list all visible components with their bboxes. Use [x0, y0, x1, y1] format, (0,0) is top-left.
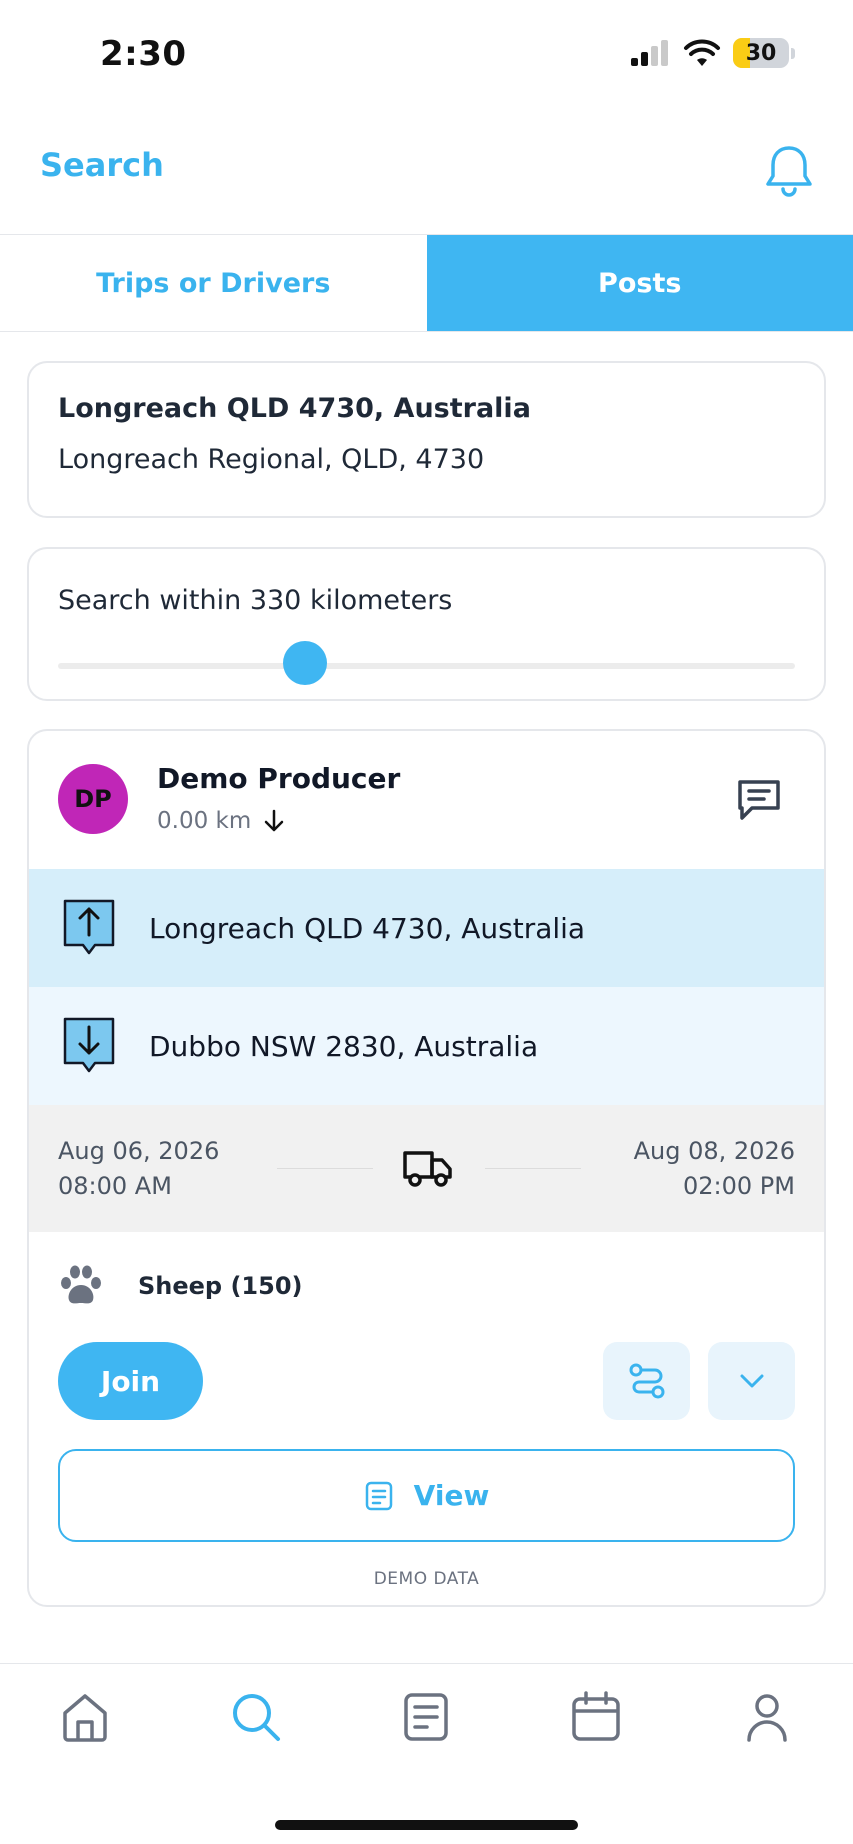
schedule-divider-left — [277, 1168, 373, 1169]
livestock-row: Sheep (150) — [58, 1263, 303, 1309]
route-icon — [629, 1363, 664, 1399]
battery-level-text: 30 — [745, 40, 777, 66]
chat-icon[interactable] — [734, 776, 784, 824]
start-date: Aug 06, 2026 — [58, 1137, 220, 1165]
search-icon[interactable] — [228, 1689, 284, 1745]
app-header: Search — [0, 110, 853, 235]
arrow-down-icon — [265, 809, 284, 832]
start-datetime: Aug 06, 2026 08:00 AM — [58, 1134, 219, 1204]
tab-trips-or-drivers[interactable]: Trips or Drivers — [0, 235, 427, 331]
search-tabs: Trips or Drivers Posts — [0, 235, 853, 332]
wifi-icon — [684, 39, 720, 66]
status-bar: 2:30 30 — [0, 0, 853, 110]
end-time: 02:00 PM — [683, 1172, 795, 1200]
radius-slider-track[interactable] — [58, 663, 795, 669]
schedule-row: Aug 06, 2026 08:00 AM Aug 08, 2026 02:00… — [29, 1105, 824, 1232]
cellular-signal-icon — [631, 40, 668, 66]
battery-indicator: 30 — [733, 38, 795, 68]
pickup-location: Longreach QLD 4730, Australia — [149, 911, 586, 945]
bell-icon[interactable] — [763, 142, 815, 198]
status-time: 2:30 — [100, 34, 187, 74]
demo-data-label: DEMO DATA — [373, 1569, 480, 1589]
poster-name: Demo Producer — [157, 762, 401, 795]
poster-distance: 0.00 km — [157, 808, 285, 834]
post-card: DP Demo Producer 0.00 km Longreach QLD 4… — [27, 729, 826, 1607]
end-datetime: Aug 08, 2026 02:00 PM — [634, 1134, 795, 1204]
tab-posts[interactable]: Posts — [426, 235, 853, 331]
distance-text: 0.00 km — [157, 808, 252, 834]
chevron-down-icon — [740, 1374, 763, 1388]
page-title: Search — [40, 146, 164, 184]
bottom-nav — [0, 1663, 853, 1844]
join-button[interactable]: Join — [58, 1342, 203, 1420]
expand-button[interactable] — [708, 1342, 795, 1420]
dropoff-row: Dubbo NSW 2830, Australia — [29, 987, 824, 1105]
paw-icon — [61, 1265, 101, 1304]
document-icon — [365, 1481, 392, 1510]
home-indicator — [275, 1820, 578, 1830]
pickup-pin-icon — [63, 899, 115, 955]
dropoff-location: Dubbo NSW 2830, Australia — [149, 1029, 539, 1063]
truck-icon — [403, 1151, 452, 1187]
radius-label: Search within 330 kilometers — [58, 585, 453, 616]
end-date: Aug 08, 2026 — [633, 1137, 795, 1165]
posts-icon[interactable] — [398, 1689, 454, 1745]
radius-card: Search within 330 kilometers — [27, 547, 826, 701]
radius-slider-thumb[interactable] — [282, 641, 327, 685]
home-icon[interactable] — [57, 1689, 113, 1745]
schedule-divider-right — [485, 1168, 581, 1169]
location-title: Longreach QLD 4730, Australia — [58, 393, 531, 424]
route-button[interactable] — [603, 1342, 690, 1420]
start-time: 08:00 AM — [58, 1172, 172, 1200]
view-button[interactable]: View — [58, 1449, 795, 1542]
calendar-icon[interactable] — [568, 1689, 624, 1745]
avatar: DP — [58, 764, 128, 834]
status-icons: 30 — [629, 38, 795, 68]
dropoff-pin-icon — [63, 1017, 115, 1073]
profile-icon[interactable] — [739, 1689, 795, 1745]
pickup-row: Longreach QLD 4730, Australia — [29, 869, 824, 987]
location-card[interactable]: Longreach QLD 4730, Australia Longreach … — [27, 361, 826, 518]
location-subtitle: Longreach Regional, QLD, 4730 — [58, 444, 485, 475]
livestock-text: Sheep (150) — [138, 1272, 303, 1300]
view-button-label: View — [413, 1479, 490, 1512]
post-header: DP Demo Producer 0.00 km — [29, 731, 824, 869]
